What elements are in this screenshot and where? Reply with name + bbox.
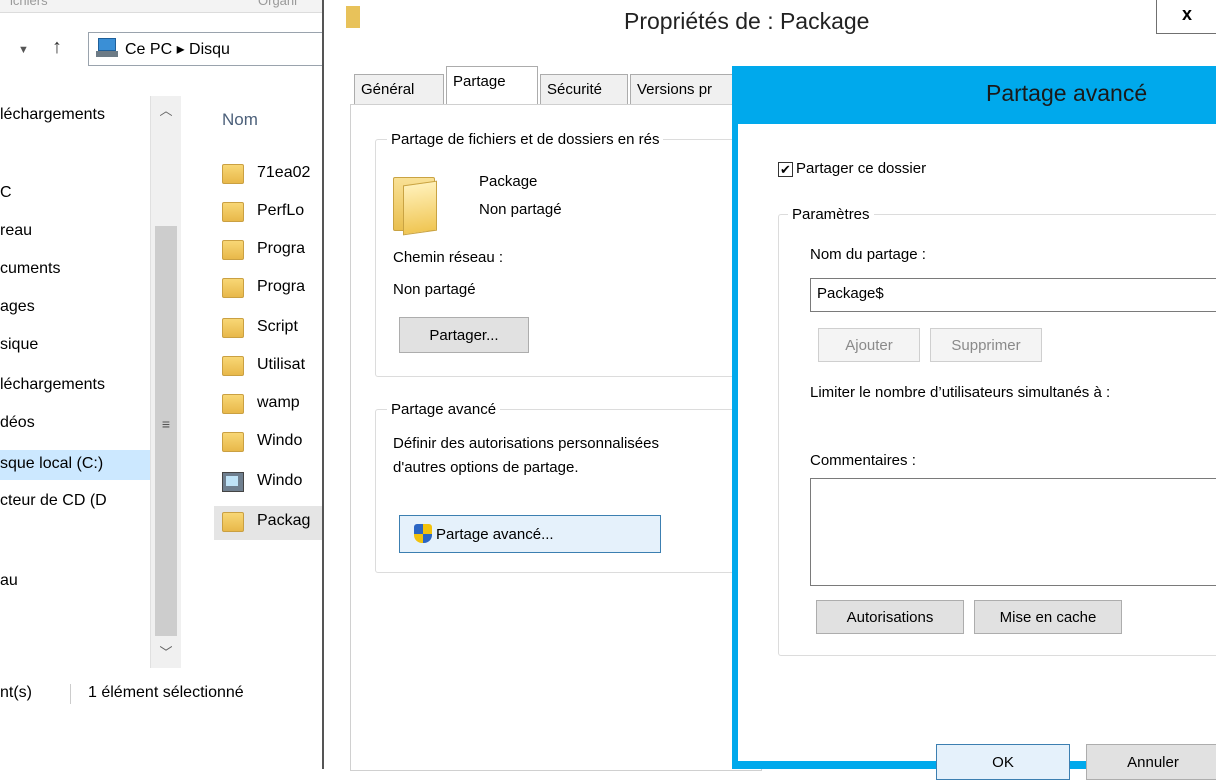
tab-general[interactable]: Général (354, 74, 444, 104)
tab-securite[interactable]: Sécurité (540, 74, 628, 104)
advanced-sharing-title: Partage avancé (986, 80, 1148, 106)
recent-locations-chevron-icon[interactable]: ▼ (18, 44, 29, 56)
share-name-label: Nom du partage : (810, 246, 926, 263)
up-arrow-icon[interactable]: ↑ (52, 36, 62, 59)
advanced-sharing-group-label: Partage avancé (387, 401, 501, 418)
folder-icon (222, 278, 244, 298)
cancel-button[interactable]: Annuler (1086, 744, 1216, 780)
advanced-sharing-dialog: Partage avancé ✔ Partager ce dossier Par… (732, 66, 1216, 780)
file-explorer-window: ichiers Organi ▼ ↑ Ce PC ▸ Disqu lécharg… (0, 0, 322, 769)
file-name: Windo (257, 432, 303, 449)
file-row[interactable]: Windo (214, 466, 322, 500)
nav-item[interactable]: léchargements (0, 106, 105, 124)
nav-scrollbar[interactable]: ︿ ≡ ﹀ (150, 96, 181, 668)
folder-icon (222, 318, 244, 338)
nav-item[interactable]: déos (0, 414, 35, 432)
file-name: Progra (257, 278, 306, 295)
advanced-description-line1: Définir des autorisations personnalisées (393, 435, 659, 452)
column-header-name[interactable]: Nom (222, 110, 258, 130)
file-name: PerfLo (257, 202, 305, 219)
ok-button[interactable]: OK (936, 744, 1070, 780)
advanced-sharing-button[interactable]: Partage avancé... (399, 515, 661, 553)
checkmark-icon: ✔ (780, 162, 791, 177)
navigation-pane: léchargements C reau cuments ages sique … (0, 92, 150, 672)
folder-icon (222, 164, 244, 184)
comments-textarea[interactable] (810, 478, 1216, 586)
comments-label: Commentaires : (810, 452, 916, 469)
nav-item[interactable]: C (0, 184, 12, 202)
file-row[interactable]: Script (214, 312, 322, 346)
file-name: Packag (257, 512, 311, 529)
scroll-up-arrow-icon[interactable]: ︿ (151, 96, 181, 126)
folder-icon (222, 240, 244, 260)
scroll-grip-icon: ≡ (161, 416, 171, 432)
nav-item[interactable]: ages (0, 298, 35, 316)
folder-icon (346, 6, 360, 28)
nav-item[interactable]: au (0, 572, 18, 590)
ribbon-tab-fichiers[interactable]: ichiers (10, 0, 48, 8)
properties-title: Propriétés de : Package (624, 8, 870, 34)
nav-item[interactable]: reau (0, 222, 32, 240)
status-item-count: nt(s) (0, 684, 32, 701)
address-bar[interactable]: Ce PC ▸ Disqu (88, 32, 322, 66)
caching-button[interactable]: Mise en cache (974, 600, 1122, 634)
file-name: wamp (257, 394, 300, 411)
file-row[interactable]: Progra (214, 234, 322, 268)
advanced-description-line2: d'autres options de partage. (393, 459, 579, 476)
status-bar: nt(s) 1 élément sélectionné (0, 676, 322, 712)
windows-image-icon (222, 472, 244, 492)
file-name: Script (257, 318, 298, 335)
address-path: Ce PC ▸ Disqu (125, 41, 230, 58)
tab-partage[interactable]: Partage (446, 66, 538, 104)
folder-icon (222, 432, 244, 452)
share-folder-label[interactable]: Partager ce dossier (796, 160, 926, 177)
nav-item[interactable]: cteur de CD (D (0, 492, 107, 510)
network-path-value: Non partagé (393, 281, 476, 298)
folder-name: Package (479, 173, 538, 190)
large-folder-icon (393, 169, 437, 236)
ribbon-strip: ichiers Organi (0, 0, 322, 13)
share-status: Non partagé (479, 201, 562, 218)
tab-versions[interactable]: Versions pr (630, 74, 738, 104)
properties-title-bar[interactable]: Propriétés de : Package x (324, 0, 1216, 44)
sharing-tab-panel: Partage de fichiers et de dossiers en ré… (350, 104, 767, 771)
ribbon-tab-organiser[interactable]: Organi (258, 0, 297, 8)
parameters-group-label: Paramètres (788, 206, 874, 223)
file-row-selected[interactable]: Packag (214, 506, 322, 540)
file-row[interactable]: PerfLo (214, 196, 322, 230)
file-sharing-group-label: Partage de fichiers et de dossiers en ré… (387, 131, 664, 148)
file-name: Progra (257, 240, 306, 257)
nav-item-selected[interactable]: sque local (C:) (0, 450, 150, 480)
add-button[interactable]: Ajouter (818, 328, 920, 362)
network-path-label: Chemin réseau : (393, 249, 504, 266)
share-folder-checkbox[interactable]: ✔ (778, 162, 793, 177)
file-name: 71ea02 (257, 164, 311, 181)
file-name: Utilisat (257, 356, 306, 373)
user-limit-label: Limiter le nombre d’utilisateurs simulta… (810, 384, 1111, 401)
permissions-button[interactable]: Autorisations (816, 600, 964, 634)
file-row[interactable]: 71ea02 (214, 158, 322, 192)
pc-icon (96, 38, 118, 58)
file-row[interactable]: Progra (214, 272, 322, 306)
file-name: Windo (257, 472, 303, 489)
folder-icon (222, 202, 244, 222)
file-row[interactable]: Utilisat (214, 350, 322, 384)
advanced-sharing-button-label: Partage avancé... (436, 526, 554, 543)
advanced-sharing-body: ✔ Partager ce dossier Paramètres Nom du … (738, 124, 1216, 780)
share-button[interactable]: Partager... (399, 317, 529, 353)
status-selected: 1 élément sélectionné (88, 684, 244, 701)
folder-icon (222, 356, 244, 376)
nav-item[interactable]: sique (0, 336, 38, 354)
nav-item[interactable]: léchargements (0, 376, 105, 394)
folder-icon (222, 394, 244, 414)
file-row[interactable]: wamp (214, 388, 322, 422)
remove-button[interactable]: Supprimer (930, 328, 1042, 362)
close-button[interactable]: x (1156, 0, 1216, 34)
nav-item[interactable]: cuments (0, 260, 60, 278)
folder-icon (222, 512, 244, 532)
file-row[interactable]: Windo (214, 426, 322, 460)
uac-shield-icon (414, 524, 432, 544)
share-name-input[interactable]: Package$ (810, 278, 1216, 312)
scroll-down-arrow-icon[interactable]: ﹀ (151, 638, 181, 668)
